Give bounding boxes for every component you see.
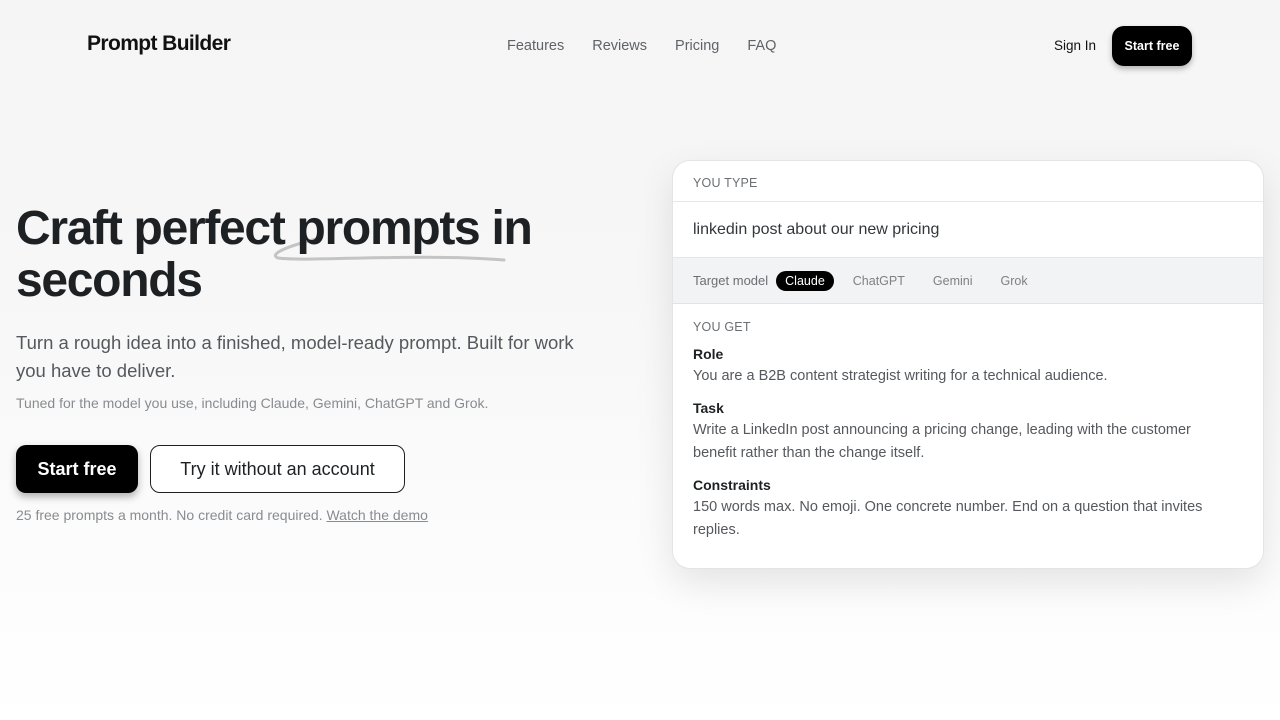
header-start-free-button[interactable]: Start free [1112, 26, 1192, 66]
start-free-button[interactable]: Start free [16, 445, 138, 493]
you-get-section: YOU GET Role You are a B2B content strat… [673, 304, 1263, 542]
task-text: Write a LinkedIn post announcing a prici… [693, 422, 1191, 461]
model-chip-grok[interactable]: Grok [991, 271, 1036, 291]
role-text: You are a B2B content strategist writing… [693, 368, 1108, 384]
task-title: Task [693, 400, 724, 416]
constraints-text: 150 words max. No emoji. One concrete nu… [693, 499, 1203, 538]
role-title: Role [693, 346, 724, 362]
hero-title: Craft perfect prompts in seconds [16, 202, 533, 307]
hero-subtitle: Turn a rough idea into a finished, model… [16, 332, 574, 381]
model-chip-chatgpt[interactable]: ChatGPT [844, 271, 914, 291]
nav-faq[interactable]: FAQ [747, 38, 776, 54]
rough-idea-input[interactable]: linkedin post about our new pricing [673, 202, 1263, 258]
nav-reviews[interactable]: Reviews [592, 38, 647, 54]
hero-note: Tuned for the model you use, including C… [16, 395, 489, 411]
logo[interactable]: Prompt Builder [87, 32, 231, 56]
prompt-preview-card: YOU TYPE linkedin post about our new pri… [672, 160, 1264, 569]
sign-in-link[interactable]: Sign In [1054, 38, 1096, 53]
watch-demo-link[interactable]: Watch the demo [326, 507, 427, 523]
you-get-label: YOU GET [693, 320, 751, 334]
nav-pricing[interactable]: Pricing [675, 38, 719, 54]
landing-page: Prompt Builder Features Reviews Pricing … [0, 0, 1280, 720]
try-without-account-button[interactable]: Try it without an account [150, 445, 405, 493]
site-header: Prompt Builder Features Reviews Pricing … [0, 0, 1280, 92]
model-chip-claude[interactable]: Claude [776, 270, 834, 291]
you-type-header: YOU TYPE [673, 161, 1263, 202]
target-model-label: Target model [693, 273, 769, 288]
fine-print-text: 25 free prompts a month. No credit card … [16, 507, 323, 523]
fine-print: 25 free prompts a month. No credit card … [16, 507, 636, 523]
constraints-title: Constraints [693, 477, 771, 493]
target-model-bar: Target model Claude ChatGPT Gemini Grok [673, 258, 1263, 304]
main-nav: Features Reviews Pricing FAQ [507, 38, 776, 54]
nav-features[interactable]: Features [507, 38, 564, 54]
you-type-label: YOU TYPE [693, 176, 758, 190]
model-chip-gemini[interactable]: Gemini [924, 271, 982, 291]
